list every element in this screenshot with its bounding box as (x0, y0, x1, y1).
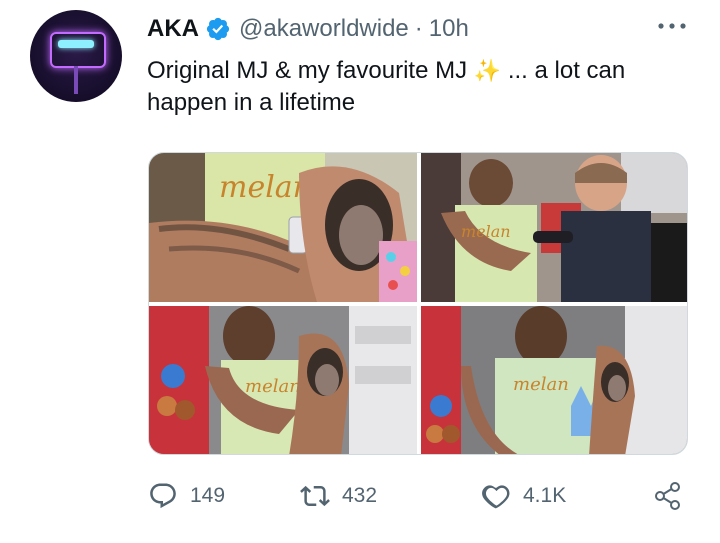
like-count: 4.1K (523, 484, 567, 507)
photo-tattoo-closeup[interactable]: melar (149, 153, 417, 302)
photo-1-image: melar (149, 153, 417, 302)
retweet-count: 432 (342, 484, 378, 507)
share-button[interactable] (653, 476, 683, 516)
svg-text:melan: melan (513, 374, 569, 395)
tweet-header: AKA @akaworldwide · 10h (147, 12, 469, 46)
avatar-neon-strip (58, 40, 94, 48)
retweet-button[interactable]: 432 (300, 476, 377, 516)
like-button[interactable]: 4.1K (481, 476, 566, 516)
verified-badge-icon (205, 16, 231, 42)
tweet-text-part1: Original MJ & my favourite MJ (147, 57, 474, 84)
author-name[interactable]: AKA (147, 15, 199, 43)
photo-arm-tattoo-side[interactable]: melan (149, 306, 417, 454)
media-grid: melar melan melan melan (148, 152, 688, 455)
tweet-actions: 149 432 4.1K (148, 476, 693, 516)
reply-button[interactable]: 149 (148, 476, 225, 516)
like-icon (482, 485, 510, 509)
more-icon[interactable] (655, 18, 689, 34)
photo-arm-tattoo-front[interactable]: melan (421, 306, 687, 454)
avatar[interactable] (30, 10, 122, 102)
sparkles-emoji: ✨ (473, 58, 502, 83)
avatar-sign-pole (74, 66, 78, 94)
photo-tattoo-artist-working[interactable]: melan (421, 153, 687, 302)
svg-text:melar: melar (219, 170, 309, 205)
retweet-icon (300, 485, 330, 507)
avatar-neon-sign (50, 32, 106, 68)
photo-2-image: melan (421, 153, 687, 302)
photo-3-image: melan (149, 306, 417, 454)
tweet-timestamp[interactable]: 10h (429, 15, 469, 43)
photo-4-image: melan (421, 306, 687, 454)
reply-count: 149 (190, 484, 226, 507)
reply-icon (150, 483, 176, 509)
author-handle[interactable]: @akaworldwide (239, 15, 409, 43)
svg-text:melan: melan (461, 222, 511, 241)
header-separator: · (414, 15, 423, 42)
share-icon (655, 482, 680, 510)
tweet-text: Original MJ & my favourite MJ ✨ ... a lo… (147, 55, 692, 119)
svg-text:melan: melan (245, 376, 301, 397)
